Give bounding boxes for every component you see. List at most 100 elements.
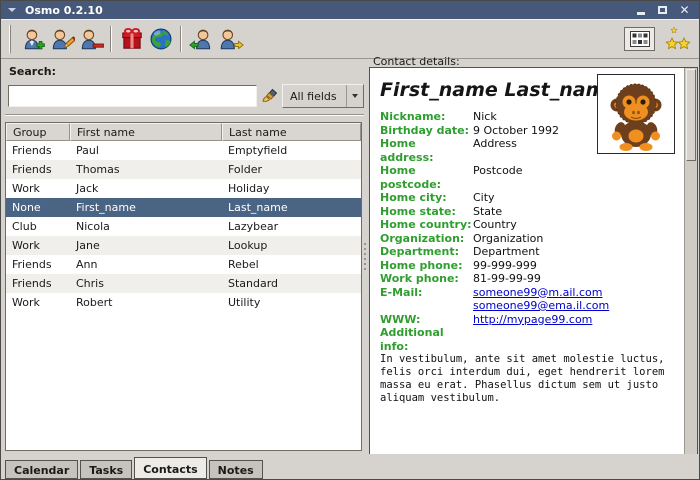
remove-contact-button[interactable] (76, 25, 105, 54)
field-label-empty (380, 299, 473, 313)
cell-group: Work (6, 236, 70, 255)
search-scope-dropdown[interactable]: All fields (282, 84, 364, 108)
field-label-www: WWW: (380, 313, 473, 327)
table-row[interactable]: Friends Thomas Folder (6, 160, 361, 179)
field-value-home-city: City (473, 191, 495, 205)
cell-first-name: Jane (70, 236, 222, 255)
titlebar: Osmo 0.2.10 ✕ (1, 1, 699, 19)
contact-details-content: First_name Last_name Nickname:Nick Birth… (370, 68, 684, 456)
scrollbar-thumb[interactable] (686, 69, 696, 161)
email-link-2[interactable]: someone99@ema.il.com (473, 299, 609, 313)
window-controls: ✕ (634, 4, 691, 17)
field-label-work-phone: Work phone: (380, 272, 473, 286)
table-row[interactable]: Work Jack Holiday (6, 179, 361, 198)
export-contacts-button[interactable] (216, 25, 245, 54)
field-value-organization: Organization (473, 232, 543, 246)
cell-first-name: Chris (70, 274, 222, 293)
pane-splitter[interactable] (362, 122, 369, 451)
cell-group: Work (6, 293, 70, 312)
maximize-icon (658, 6, 667, 14)
column-header-first-name[interactable]: First name (70, 123, 222, 141)
contacts-table: Group First name Last name Friends Paul … (5, 122, 362, 451)
field-label-additional-info: Additional info: (380, 326, 473, 353)
toolbar-separator (110, 26, 112, 52)
cell-group: Friends (6, 160, 70, 179)
minimize-icon (637, 12, 645, 15)
cell-last-name: Emptyfield (222, 141, 361, 160)
remove-contact-icon (78, 26, 104, 52)
field-label-organization: Organization: (380, 232, 473, 246)
cell-first-name: Jack (70, 179, 222, 198)
column-header-last-name[interactable]: Last name (222, 123, 361, 141)
close-button[interactable]: ✕ (678, 4, 691, 17)
field-value-home-country: Country (473, 218, 517, 232)
details-scrollbar[interactable] (684, 68, 697, 456)
table-row[interactable]: Club Nicola Lazybear (6, 217, 361, 236)
import-contacts-button[interactable] (187, 25, 216, 54)
table-row[interactable]: Friends Ann Rebel (6, 255, 361, 274)
email-link-1[interactable]: someone99@m.ail.com (473, 286, 602, 300)
tab-contacts[interactable]: Contacts (134, 457, 206, 479)
table-row[interactable]: Friends Chris Standard (6, 274, 361, 293)
separator-line (5, 114, 364, 116)
cell-last-name: Utility (222, 293, 361, 312)
table-row-selected[interactable]: None First_name Last_name (6, 198, 361, 217)
field-value-work-phone: 81-99-99-99 (473, 272, 541, 286)
edit-contact-icon (49, 26, 75, 52)
cell-last-name: Folder (222, 160, 361, 179)
cell-group: Friends (6, 141, 70, 160)
osmo-window: Osmo 0.2.10 ✕ (0, 0, 700, 480)
search-label: Search: (9, 65, 56, 78)
field-label-home-city: Home city: (380, 191, 473, 205)
monkey-plush-photo (598, 75, 674, 153)
globe-icon (148, 26, 174, 52)
field-label-home-postcode: Home postcode: (380, 164, 473, 191)
field-label-home-state: Home state: (380, 205, 473, 219)
cell-group: None (6, 198, 70, 217)
module-tabbar: Calendar Tasks Contacts Notes (1, 454, 699, 479)
cell-group: Work (6, 179, 70, 198)
table-row[interactable]: Work Robert Utility (6, 293, 361, 312)
about-stars-icon (665, 27, 691, 51)
cell-first-name: Paul (70, 141, 222, 160)
tab-notes[interactable]: Notes (209, 460, 263, 479)
toolbar-drag-handle[interactable] (9, 25, 11, 53)
window-menu-icon[interactable] (8, 8, 16, 12)
field-value-home-state: State (473, 205, 502, 219)
preferences-button[interactable] (624, 27, 655, 51)
cell-group: Club (6, 217, 70, 236)
contact-photo (597, 74, 675, 154)
table-row[interactable]: Friends Paul Emptyfield (6, 141, 361, 160)
toolbar (1, 19, 699, 59)
close-icon: ✕ (679, 4, 689, 17)
birthdays-button[interactable] (117, 25, 146, 54)
cell-first-name: Nicola (70, 217, 222, 236)
cell-group: Friends (6, 274, 70, 293)
tab-tasks[interactable]: Tasks (80, 460, 132, 479)
field-label-department: Department: (380, 245, 473, 259)
minimize-button[interactable] (634, 4, 647, 17)
edit-contact-button[interactable] (47, 25, 76, 54)
about-button[interactable] (663, 25, 693, 53)
cell-last-name: Lazybear (222, 217, 361, 236)
cell-first-name: Robert (70, 293, 222, 312)
preferences-grid-icon (630, 31, 650, 47)
cell-first-name: First_name (70, 198, 222, 217)
window-title: Osmo 0.2.10 (25, 4, 103, 17)
column-header-group[interactable]: Group (6, 123, 70, 141)
show-location-button[interactable] (146, 25, 175, 54)
table-header: Group First name Last name (6, 123, 361, 141)
brush-icon (261, 87, 279, 105)
field-label-home-phone: Home phone: (380, 259, 473, 273)
add-contact-icon (20, 26, 46, 52)
additional-info-text: In vestibulum, ante sit amet molestie lu… (380, 353, 680, 405)
tab-calendar[interactable]: Calendar (5, 460, 78, 479)
add-contact-button[interactable] (18, 25, 47, 54)
table-row[interactable]: Work Jane Lookup (6, 236, 361, 255)
cell-first-name: Ann (70, 255, 222, 274)
www-link[interactable]: http://mypage99.com (473, 313, 592, 327)
search-input[interactable] (8, 85, 257, 107)
search-scope-value: All fields (283, 90, 346, 103)
clear-search-button[interactable] (259, 86, 280, 106)
maximize-button[interactable] (656, 4, 669, 17)
